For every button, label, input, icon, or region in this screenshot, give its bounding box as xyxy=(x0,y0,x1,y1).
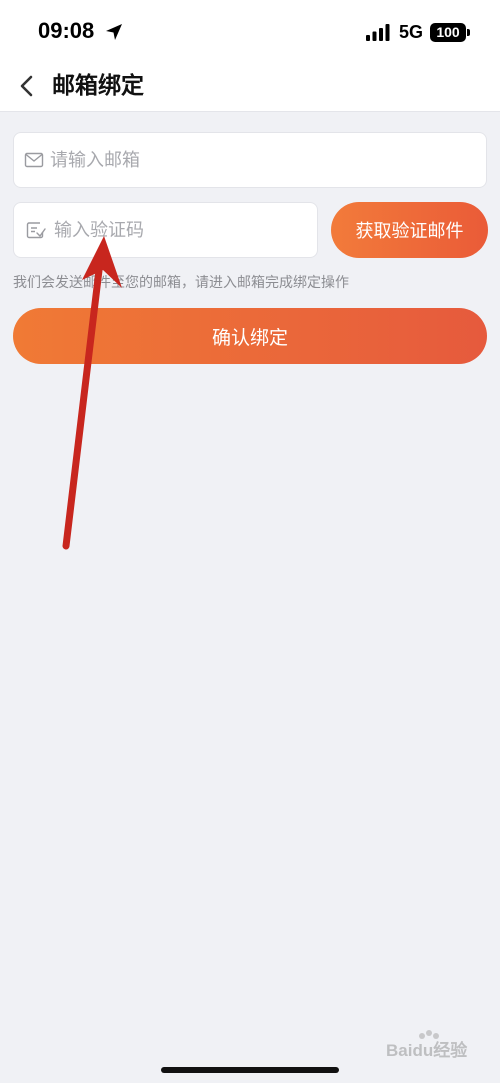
battery-tip xyxy=(467,29,470,36)
verify-code-icon xyxy=(26,222,46,239)
status-bar: 09:08 5G 100 xyxy=(0,0,500,62)
page-title: 邮箱绑定 xyxy=(52,73,144,99)
annotation-arrow-shaft xyxy=(62,258,104,550)
location-arrow-icon xyxy=(106,24,122,40)
confirm-bind-button[interactable]: 确认绑定 xyxy=(13,308,487,364)
status-time: 09:08 xyxy=(38,18,95,43)
code-input[interactable] xyxy=(54,203,313,257)
send-verification-email-button[interactable]: 获取验证邮件 xyxy=(331,202,488,258)
nav-bar: 邮箱绑定 xyxy=(0,62,500,112)
signal-bars-icon xyxy=(366,24,390,41)
network-type-label: 5G xyxy=(399,22,424,42)
hint-text: 我们会发送邮件至您的邮箱，请进入邮箱完成绑定操作 xyxy=(13,275,349,291)
battery-icon: 100 xyxy=(430,23,466,42)
email-field[interactable] xyxy=(13,132,487,188)
email-input[interactable] xyxy=(50,133,478,187)
code-field[interactable] xyxy=(13,202,318,258)
battery-level: 100 xyxy=(436,24,460,40)
home-indicator xyxy=(161,1067,339,1073)
mail-icon xyxy=(24,152,44,168)
watermark-text: Baidu经验 xyxy=(386,1041,468,1060)
back-chevron-icon[interactable] xyxy=(14,70,42,102)
